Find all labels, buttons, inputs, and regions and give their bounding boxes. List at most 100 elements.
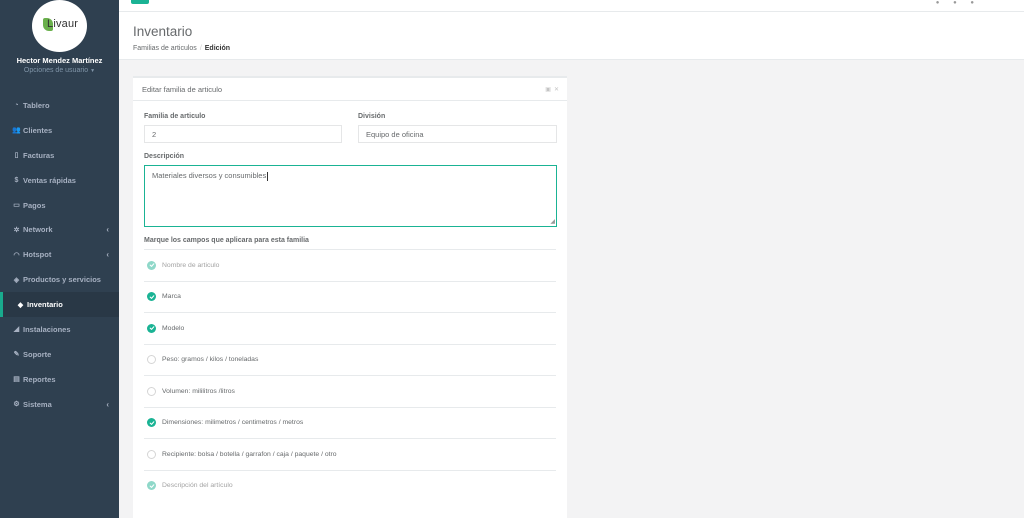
profile-name: Hector Mendez Martínez [16,56,103,65]
avatar[interactable]: Livaur [32,0,87,52]
sidebar-item-ventas-rápidas[interactable]: $ Ventas rápidas [0,168,119,193]
tag-icon: ◈ [13,276,20,284]
checkbox-empty-icon[interactable] [147,386,156,396]
dashboard-icon: ◔ [14,101,19,109]
panel-header: Editar familia de articulo ▣ ✕ [133,78,567,101]
field-checkbox-label: Volumen: mililitros /litros [162,387,235,395]
profile-block: Livaur Hector Mendez Martínez Opciones d… [0,0,119,88]
network-icon: ✲ [13,226,20,234]
sidebar-item-label: Ventas rápidas [23,175,76,185]
field-checkbox-row[interactable]: Volumen: mililitros /litros [144,375,556,407]
sidebar: Livaur Hector Mendez Martínez Opciones d… [0,0,119,518]
sidebar-item-label: Sistema [23,399,52,409]
sidebar-item-reportes[interactable]: ▤ Reportes [0,367,119,392]
gears-icon: ⚙ [13,401,20,409]
sidebar-item-soporte[interactable]: ✎ Soporte [0,342,119,367]
sidebar-item-hotspot[interactable]: ◠ Hotspot ‹ [0,242,119,267]
campos-label: Marque los campos que aplicara para esta… [144,237,309,244]
checkbox-checked-icon[interactable] [147,323,156,333]
field-checkbox-row: Nombre de articulo [144,249,556,281]
top-icons: ● ● ● [924,0,974,6]
sidebar-item-instalaciones[interactable]: ◢ Instalaciones [0,317,119,342]
envelope-icon[interactable]: ● [953,0,957,6]
field-checkbox-label: Descripción del artículo [162,482,233,490]
bell-icon[interactable]: ● [936,0,940,6]
chevron-left-icon: ‹ [106,399,109,409]
wrench-icon: ✎ [13,351,20,359]
field-checkbox-label: Nombre de articulo [162,261,220,269]
file-icon: ▯ [14,152,19,160]
resize-handle-icon[interactable]: ◢ [550,219,555,225]
sidebar-item-label: Tablero [23,100,50,110]
checkbox-empty-icon[interactable] [147,449,156,459]
checkbox-checked-icon [147,481,156,491]
descripcion-textarea[interactable]: Materiales diversos y consumibles ◢ [144,165,557,227]
sidebar-nav: ◔ Tablero 👥 Clientes ▯ Facturas $ Ventas rápida… [0,93,119,417]
field-checkbox-row[interactable]: Dimensiones: milimetros / centimetros / … [144,406,556,439]
field-checkbox-label: Recipiente: bolsa / botella / garrafon /… [162,450,337,458]
top-navbar: ● ● ● [119,0,1024,12]
sidebar-item-sistema[interactable]: ⚙ Sistema ‹ [0,392,119,417]
field-checkbox-row: Descripción del artículo [144,469,556,502]
sidebar-item-inventario[interactable]: ◆ Inventario [0,292,119,318]
money-icon: ▭ [13,202,20,209]
field-checkbox-label: Modelo [162,324,185,332]
breadcrumb-separator: / [199,45,202,52]
page-heading: Inventario Familias de articulos / Edición [119,12,1024,60]
sidebar-item-label: Reportes [23,374,56,384]
sidebar-item-label: Pagos [23,200,46,210]
field-checkbox-row[interactable]: Peso: gramos / kilos / toneladas [144,343,556,376]
plug-icon: ◢ [13,326,20,334]
save-icon[interactable]: ▣ [545,87,551,93]
field-checkbox-label: Peso: gramos / kilos / toneladas [162,356,259,364]
users-icon: 👥 [12,127,21,135]
checkbox-checked-icon[interactable] [147,418,156,428]
sidebar-item-clientes[interactable]: 👥 Clientes [0,118,119,143]
close-icon[interactable]: ✕ [554,87,559,93]
checkbox-checked-icon [147,260,156,270]
sidebar-item-label: Hotspot [23,250,52,260]
edit-family-panel: Editar familia de articulo ▣ ✕ Familia de… [133,76,567,518]
sidebar-item-facturas[interactable]: ▯ Facturas [0,143,119,168]
checkbox-checked-icon[interactable] [147,292,156,302]
sidebar-item-pagos[interactable]: ▭ Pagos [0,193,119,218]
descripcion-label: Descripción [144,153,185,160]
cubes-icon: ◆ [17,301,24,309]
field-checkbox-label: Dimensiones: milimetros / centimetros / … [162,419,304,427]
field-checkbox-label: Marca [162,293,181,301]
familia-label: Familia de articulo [144,113,206,120]
user-options-label: Opciones de usuario [23,67,89,74]
menu-toggle-button[interactable] [131,0,149,4]
chevron-left-icon: ‹ [106,225,109,235]
sidebar-item-label: Productos y servicios [23,275,101,285]
field-checkbox-row[interactable]: Recipiente: bolsa / botella / garrafon /… [144,438,556,470]
sidebar-item-label: Network [23,225,53,235]
dollar-icon: $ [14,176,19,184]
breadcrumb-current: Edición [204,45,231,52]
wifi-icon: ◠ [13,251,20,259]
division-input[interactable]: Equipo de oficina [358,125,557,143]
sidebar-item-label: Soporte [23,349,52,359]
user-options-dropdown[interactable]: Opciones de usuario ▼ [0,67,119,74]
page-title: Inventario [133,24,193,39]
sidebar-item-network[interactable]: ✲ Network ‹ [0,217,119,242]
sidebar-item-tablero[interactable]: ◔ Tablero [0,93,119,118]
caret-down-icon: ▼ [90,68,96,74]
descripcion-text: Materiales diversos y consumibles [152,171,267,180]
panel-tools: ▣ ✕ [542,86,559,93]
book-icon: ▤ [13,376,20,384]
familia-input[interactable]: 2 [144,125,342,143]
field-checkbox-row[interactable]: Marca [144,280,556,313]
checkbox-empty-icon[interactable] [147,355,156,365]
breadcrumb-parent-link[interactable]: Familias de articulos [133,45,197,52]
signout-icon[interactable]: ● [970,0,974,6]
breadcrumb: Familias de articulos / Edición [133,45,230,52]
field-checkbox-row[interactable]: Modelo [144,312,556,344]
sidebar-item-label: Instalaciones [23,324,71,334]
text-cursor [267,171,269,181]
division-label: División [358,113,386,120]
sidebar-item-productos-y-servicios[interactable]: ◈ Productos y servicios [0,267,119,292]
logo-text: Livaur [47,18,79,30]
sidebar-item-label: Clientes [23,125,53,135]
sidebar-item-label: Inventario [27,300,63,310]
